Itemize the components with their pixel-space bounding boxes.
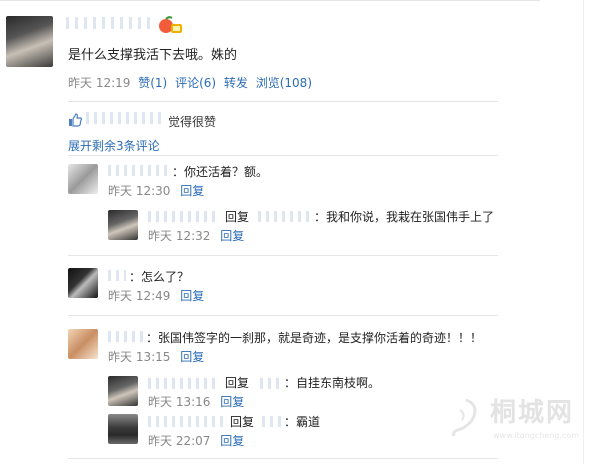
expand-comments-link[interactable]: 展开剩余3条评论 <box>68 137 160 154</box>
avatar[interactable] <box>108 210 138 240</box>
comment-time: 昨天 13:15 <box>108 350 171 364</box>
post-author-name[interactable] <box>66 17 156 29</box>
comment-text: ：你还活着？额。 <box>172 165 269 179</box>
avatar[interactable] <box>108 414 138 444</box>
comment-meta: 昨天 12:32 回复 <box>148 227 244 244</box>
comment-author[interactable] <box>108 270 126 281</box>
avatar[interactable] <box>68 164 98 194</box>
repost-button[interactable]: 转发 <box>224 76 248 90</box>
watermark-url: www.itongcheng.com <box>493 431 580 440</box>
right-divider <box>583 0 584 464</box>
post-divider <box>68 101 498 102</box>
post-meta: 昨天 12:19 赞(1) 评论(6) 转发 浏览(108) <box>68 74 316 91</box>
comment-text: ：霸道 <box>284 415 321 429</box>
comment-reply-prefix: 回复 <box>230 415 255 429</box>
watermark-text: 桐城网 <box>490 398 575 428</box>
comment-time: 昨天 22:07 <box>148 434 211 448</box>
views-link[interactable]: 浏览(108) <box>256 76 312 90</box>
comment-text: ：张国伟签字的一刹那，就是奇迹，是支撑你活着的奇迹！！！ <box>146 331 483 345</box>
comment-button[interactable]: 评论(6) <box>175 76 216 90</box>
comment-author[interactable] <box>148 416 224 427</box>
comment-divider <box>68 255 498 256</box>
post-time: 昨天 12:19 <box>68 76 131 90</box>
top-divider <box>0 0 540 1</box>
post-text: 是什么支撑我活下去哦。姝的 <box>68 48 238 63</box>
reply-button[interactable]: 回复 <box>180 350 204 364</box>
avatar[interactable] <box>68 268 98 298</box>
comment-author[interactable] <box>108 331 144 342</box>
comment-divider <box>68 315 498 316</box>
comment-meta: 昨天 12:30 回复 <box>108 182 204 199</box>
comment-author[interactable] <box>108 165 170 176</box>
comment-time: 昨天 13:16 <box>148 395 211 409</box>
peach-icon <box>159 16 182 33</box>
liker-names[interactable] <box>86 112 162 124</box>
comment-author[interactable] <box>148 211 220 222</box>
reply-target-name[interactable] <box>258 211 310 222</box>
reply-button[interactable]: 回复 <box>220 434 244 448</box>
comment-author[interactable] <box>148 378 220 389</box>
avatar[interactable] <box>108 376 138 406</box>
reply-button[interactable]: 回复 <box>180 184 204 198</box>
comment-text: ：自挂东南枝啊。 <box>284 376 381 390</box>
reply-button[interactable]: 回复 <box>220 229 244 243</box>
comment-reply-prefix: 回复 <box>225 210 250 224</box>
post-author-avatar[interactable] <box>6 16 53 67</box>
comment-meta: 昨天 13:16 回复 <box>148 393 244 410</box>
comment-meta: 昨天 22:07 回复 <box>148 432 244 449</box>
comment-divider <box>68 458 498 459</box>
reply-target-name[interactable] <box>262 416 282 427</box>
comment-reply-prefix: 回复 <box>225 376 250 390</box>
comment-meta: 昨天 13:15 回复 <box>108 348 204 365</box>
comment-meta: 昨天 12:49 回复 <box>108 287 204 304</box>
like-button[interactable]: 赞(1) <box>138 76 167 90</box>
thumbs-up-icon <box>69 113 82 127</box>
comment-time: 昨天 12:30 <box>108 184 171 198</box>
reply-target-name[interactable] <box>260 378 282 389</box>
comment-divider <box>68 155 498 156</box>
avatar[interactable] <box>68 329 98 359</box>
comment-text: ：怎么了？ <box>129 270 190 284</box>
comment-time: 昨天 12:49 <box>108 289 171 303</box>
watermark-logo-icon <box>452 398 477 437</box>
comment-time: 昨天 12:32 <box>148 229 211 243</box>
like-text: 觉得很赞 <box>168 115 217 129</box>
comment-text: ：我和你说，我栽在张国伟手上了 <box>314 210 495 224</box>
reply-button[interactable]: 回复 <box>220 395 244 409</box>
reply-button[interactable]: 回复 <box>180 289 204 303</box>
